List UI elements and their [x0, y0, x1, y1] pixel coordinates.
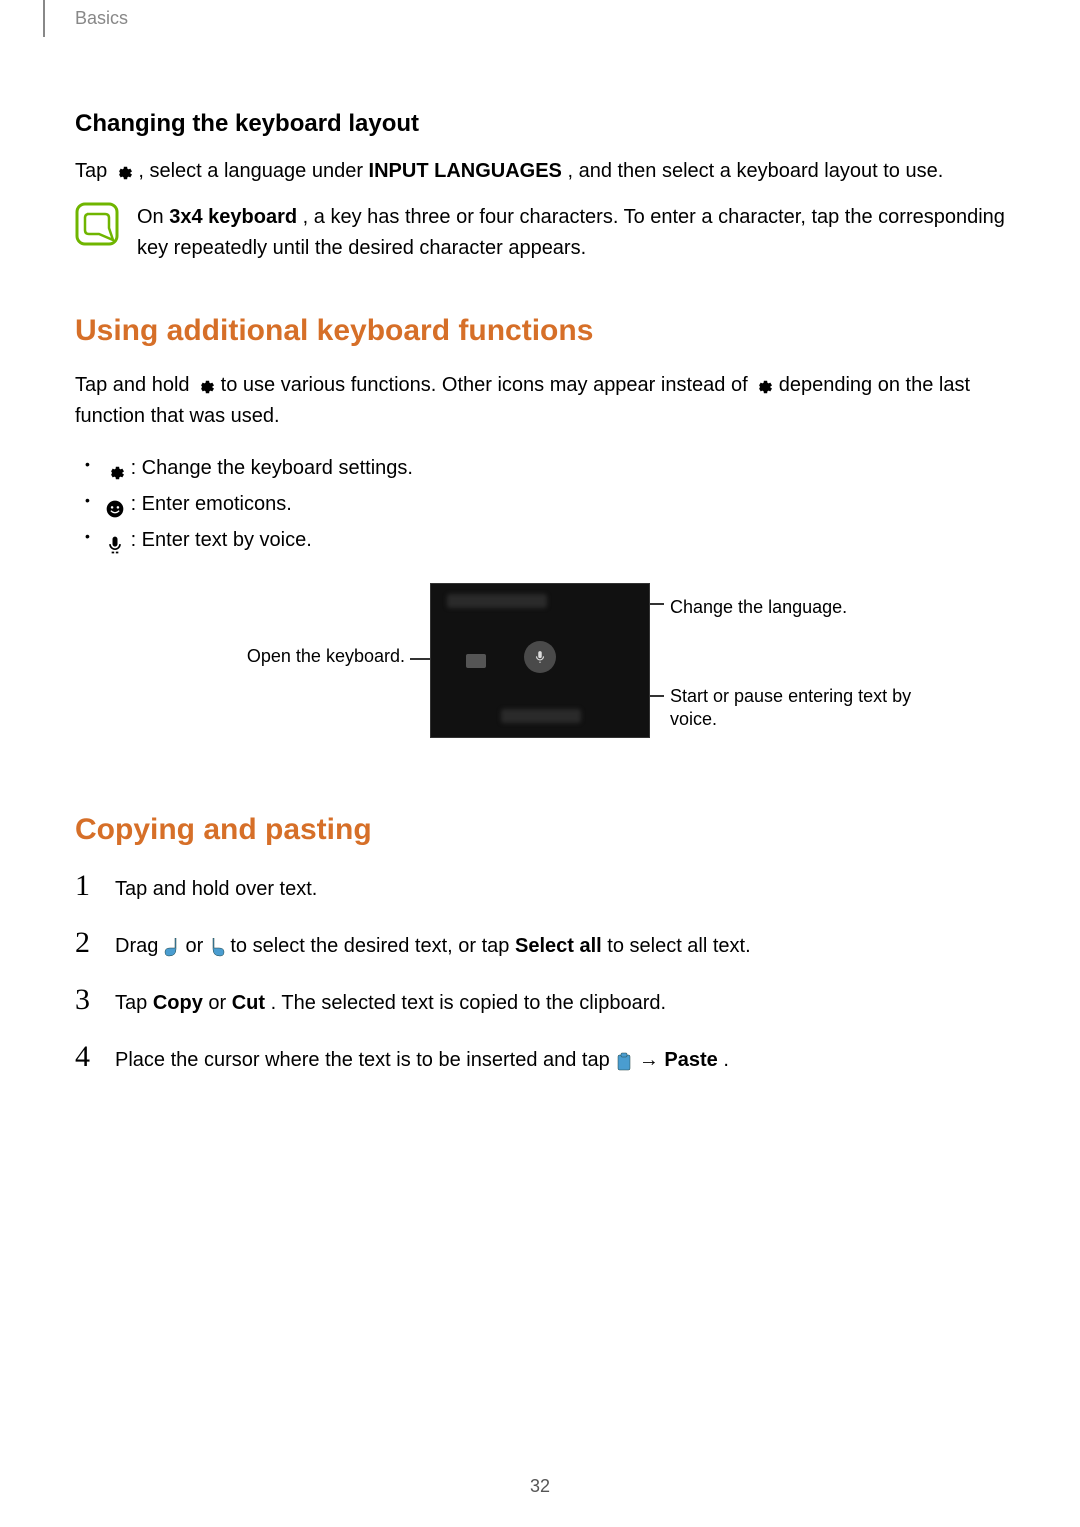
step-number: 3 [75, 983, 97, 1017]
text-bold: INPUT LANGUAGES [369, 160, 562, 182]
breadcrumb: Basics [43, 0, 128, 37]
text-fragment: or [208, 992, 231, 1014]
list-item: : Change the keyboard settings. [105, 450, 1005, 486]
mic-button [524, 641, 556, 673]
body-text: Tap , select a language under INPUT LANG… [75, 156, 1005, 187]
section-heading: Copying and pasting [75, 813, 1005, 847]
step-1: 1 Tap and hold over text. [75, 869, 1005, 904]
page-number: 32 [530, 1476, 550, 1497]
body-text: Tap and hold to use various functions. O… [75, 370, 1005, 432]
text-fragment: . The selected text is copied to the cli… [271, 992, 666, 1014]
panel-blur [501, 709, 581, 723]
gear-icon [113, 162, 133, 182]
step-text: Drag or to select the desired text, or t… [115, 931, 751, 961]
text-fragment: to use various functions. Other icons ma… [221, 374, 754, 396]
step-4: 4 Place the cursor where the text is to … [75, 1040, 1005, 1075]
voice-panel [430, 583, 650, 738]
numbered-list: 1 Tap and hold over text. 2 Drag or to s… [75, 869, 1005, 1075]
smiley-icon [105, 495, 125, 515]
list-item: : Enter text by voice. [105, 522, 1005, 558]
gear-icon [195, 376, 215, 396]
text-bold: Copy [153, 992, 203, 1014]
text-fragment: , select a language under [138, 160, 368, 182]
step-2: 2 Drag or to select the desired text, or… [75, 926, 1005, 961]
step-3: 3 Tap Copy or Cut . The selected text is… [75, 983, 1005, 1018]
text-fragment: , and then select a keyboard layout to u… [567, 160, 943, 182]
gear-icon [753, 376, 773, 396]
text-bold: Cut [232, 992, 265, 1014]
panel-blur [447, 594, 547, 608]
note-box: On 3x4 keyboard , a key has three or fou… [75, 202, 1005, 264]
text-fragment: Tap [115, 992, 153, 1014]
step-text: Tap and hold over text. [115, 874, 317, 904]
bullet-list: : Change the keyboard settings. : Enter … [75, 450, 1005, 558]
selection-handle-right-icon [209, 937, 225, 957]
text-fragment: Tap and hold [75, 374, 195, 396]
text-fragment: . [723, 1049, 729, 1071]
clipboard-icon [615, 1051, 633, 1071]
text-fragment: Place the cursor where the text is to be… [115, 1049, 615, 1071]
list-text: : Change the keyboard settings. [131, 457, 413, 479]
text-bold: Select all [515, 935, 602, 957]
text-fragment: to select the desired text, or tap [230, 935, 515, 957]
text-fragment: Drag [115, 935, 164, 957]
section-heading: Using additional keyboard functions [75, 314, 1005, 348]
annotation-open-keyboard: Open the keyboard. [175, 645, 405, 668]
text-bold: 3x4 keyboard [169, 206, 297, 228]
annotation-change-language: Change the language. [670, 596, 847, 619]
subsection-heading: Changing the keyboard layout [75, 110, 1005, 138]
step-text: Tap Copy or Cut . The selected text is c… [115, 988, 666, 1018]
text-fragment: Tap [75, 160, 113, 182]
mic-icon [105, 531, 125, 551]
step-text: Place the cursor where the text is to be… [115, 1045, 729, 1075]
text-fragment: or [185, 935, 208, 957]
arrow: → [639, 1049, 665, 1071]
keyboard-icon [466, 654, 486, 668]
annotation-voice-toggle: Start or pause entering text by voice. [670, 685, 920, 732]
gear-icon [105, 459, 125, 479]
text-fragment: to select all text. [607, 935, 750, 957]
step-number: 1 [75, 869, 97, 903]
text-bold: Paste [664, 1049, 717, 1071]
note-text: On 3x4 keyboard , a key has three or fou… [137, 202, 1005, 264]
list-item: : Enter emoticons. [105, 486, 1005, 522]
list-text: : Enter text by voice. [131, 529, 312, 551]
list-text: : Enter emoticons. [131, 493, 292, 515]
voice-input-diagram: Open the keyboard. Change the language. … [75, 583, 1005, 763]
step-number: 4 [75, 1040, 97, 1074]
step-number: 2 [75, 926, 97, 960]
text-fragment: On [137, 206, 169, 228]
selection-handle-left-icon [164, 937, 180, 957]
note-icon [75, 202, 119, 246]
